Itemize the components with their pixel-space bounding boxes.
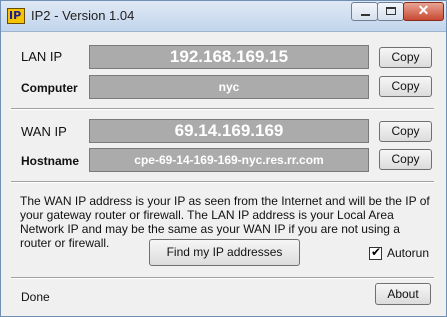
separator bbox=[11, 108, 434, 110]
about-button[interactable]: About bbox=[375, 283, 431, 305]
find-ip-button[interactable]: Find my IP addresses bbox=[149, 239, 300, 266]
status-text: Done bbox=[21, 290, 50, 304]
lan-ip-field[interactable]: 192.168.169.15 bbox=[89, 45, 369, 69]
close-icon: ✕ bbox=[417, 2, 430, 18]
autorun-checkbox[interactable]: ✔ bbox=[369, 245, 382, 260]
wan-ip-field[interactable]: 69.14.169.169 bbox=[89, 119, 369, 143]
autorun-label[interactable]: Autorun bbox=[387, 246, 429, 260]
copy-wan-ip-button[interactable]: Copy bbox=[379, 121, 432, 142]
lan-ip-label: LAN IP bbox=[21, 49, 63, 64]
computer-label: Computer bbox=[21, 81, 78, 95]
title-bar[interactable]: IP IP2 - Version 1.04 ✕ bbox=[1, 1, 446, 32]
maximize-icon bbox=[386, 7, 396, 15]
maximize-button[interactable] bbox=[377, 2, 404, 21]
copy-lan-ip-button[interactable]: Copy bbox=[379, 47, 432, 68]
copy-hostname-button[interactable]: Copy bbox=[379, 149, 432, 170]
app-icon: IP bbox=[7, 8, 25, 24]
copy-computer-button[interactable]: Copy bbox=[379, 76, 432, 97]
wan-ip-label: WAN IP bbox=[21, 124, 67, 139]
close-button[interactable]: ✕ bbox=[403, 2, 444, 21]
ip2-window: IP IP2 - Version 1.04 ✕ LAN IP 192.168.1… bbox=[0, 0, 447, 317]
computer-field[interactable]: nyc bbox=[89, 75, 369, 99]
minimize-icon bbox=[361, 14, 370, 16]
checkmark-icon: ✔ bbox=[371, 245, 382, 259]
separator bbox=[11, 181, 434, 183]
hostname-field[interactable]: cpe-69-14-169-169-nyc.res.rr.com bbox=[89, 148, 369, 172]
hostname-label: Hostname bbox=[21, 154, 80, 168]
minimize-button[interactable] bbox=[351, 2, 378, 21]
separator bbox=[11, 277, 434, 279]
window-title: IP2 - Version 1.04 bbox=[31, 8, 135, 23]
